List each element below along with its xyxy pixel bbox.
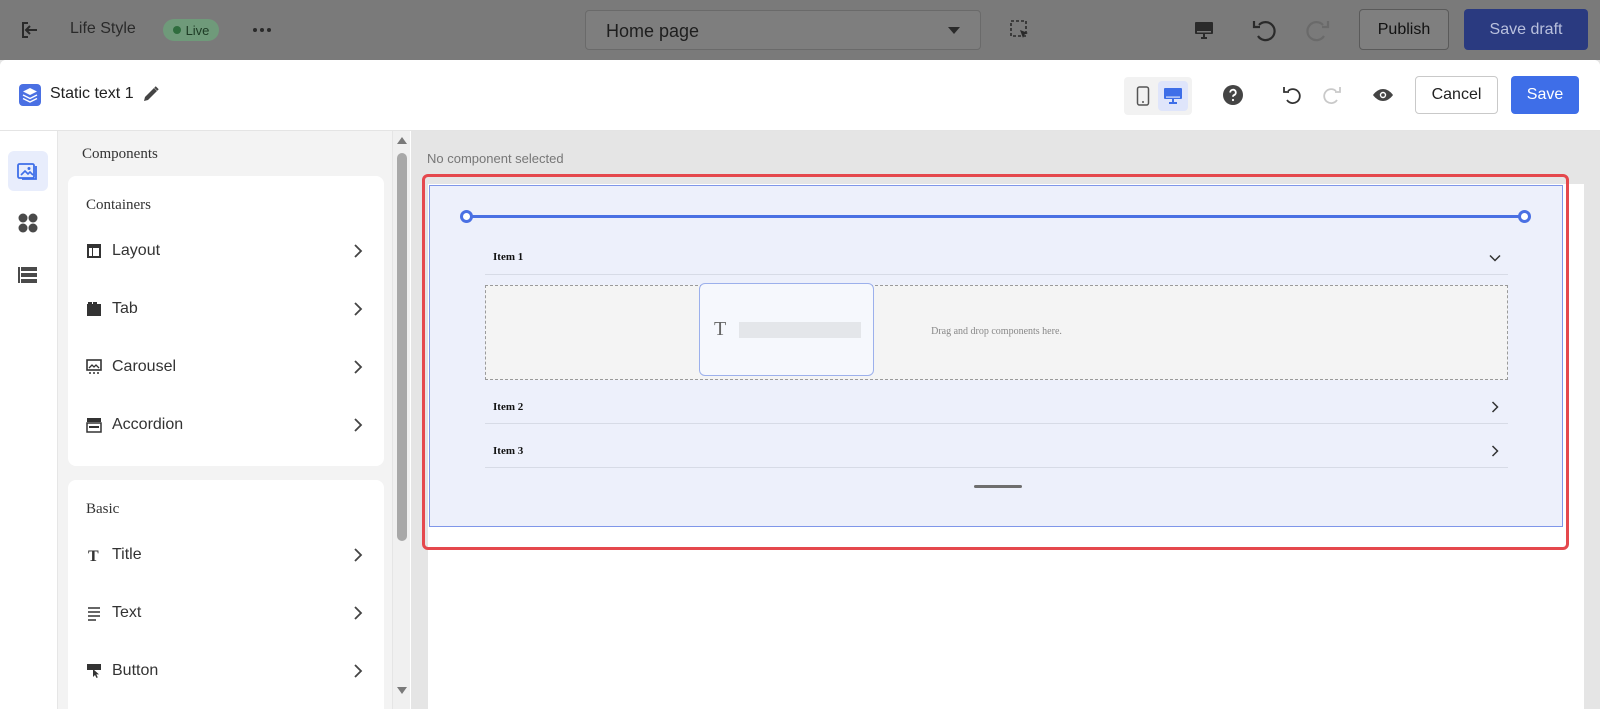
component-label: Accordion <box>112 416 184 433</box>
title-icon: T <box>86 547 102 563</box>
undo-icon[interactable] <box>1280 83 1304 107</box>
chevron-right-icon[interactable] <box>1488 444 1502 458</box>
top-bar: Life Style Live Home page Publish Save d… <box>0 0 1600 60</box>
panel-scrollbar[interactable] <box>392 131 410 709</box>
component-label: Carousel <box>112 358 177 375</box>
component-carousel[interactable]: Carousel <box>86 347 366 387</box>
accordion-item-label: Item 2 <box>493 401 524 413</box>
component-tab[interactable]: Tab <box>86 289 366 329</box>
caret-down-icon <box>948 27 960 34</box>
undo-icon[interactable] <box>1250 16 1278 44</box>
pencil-icon[interactable] <box>141 84 161 104</box>
help-icon[interactable] <box>1221 83 1245 107</box>
accordion-item[interactable]: Item 1 <box>485 241 1508 275</box>
text-icon <box>86 605 102 621</box>
save-button[interactable]: Save <box>1511 76 1579 114</box>
component-label: Text <box>112 604 142 621</box>
exit-icon[interactable] <box>18 18 42 42</box>
accordion-item-label: Item 1 <box>493 251 524 263</box>
component-accordion[interactable]: Accordion <box>86 405 366 445</box>
svg-text:T: T <box>88 548 99 563</box>
page-select[interactable]: Home page <box>585 10 981 50</box>
button-icon <box>86 663 102 679</box>
canvas: No component selected Item 1 Drag and dr… <box>411 131 1600 709</box>
layers-icon <box>18 83 42 107</box>
scroll-up-icon[interactable] <box>397 137 407 144</box>
chevron-right-icon <box>350 547 366 563</box>
chevron-right-icon <box>350 301 366 317</box>
more-icon[interactable] <box>250 18 274 42</box>
chevron-right-icon[interactable] <box>1488 400 1502 414</box>
redo-icon[interactable] <box>1320 83 1344 107</box>
rail-apps-button[interactable] <box>8 203 48 243</box>
component-label: Layout <box>112 242 161 259</box>
component-layout[interactable]: Layout <box>86 231 366 271</box>
accordion-icon <box>86 417 102 433</box>
dragging-text-component: T <box>699 283 874 376</box>
preview-eye-icon[interactable] <box>1371 83 1395 107</box>
panel-title: Components <box>82 146 158 162</box>
store-name: Life Style <box>70 20 136 37</box>
components-panel: Components Containers Layout Tab Carouse… <box>58 131 392 709</box>
drop-zone[interactable]: Drag and drop components here. <box>485 285 1508 380</box>
width-resize-line <box>466 215 1525 218</box>
device-toggle <box>1124 77 1192 115</box>
page-select-value: Home page <box>606 21 700 41</box>
accordion-item[interactable]: Item 3 <box>485 424 1508 468</box>
mobile-view-button[interactable] <box>1128 81 1158 111</box>
selection-status: No component selected <box>427 151 564 166</box>
layout-icon <box>86 243 102 259</box>
text-placeholder-bar <box>739 322 861 338</box>
chevron-down-icon[interactable] <box>1488 251 1502 265</box>
save-draft-button[interactable]: Save draft <box>1464 9 1588 50</box>
cancel-button[interactable]: Cancel <box>1415 76 1498 114</box>
live-badge-label: Live <box>185 22 210 38</box>
component-label: Title <box>112 546 142 563</box>
resize-handle-right[interactable] <box>1518 210 1531 223</box>
component-editor: Static text 1 Cancel Save Components Con… <box>0 60 1600 709</box>
scroll-down-icon[interactable] <box>397 687 407 694</box>
chevron-right-icon <box>350 605 366 621</box>
chevron-right-icon <box>350 417 366 433</box>
basic-card: Basic T Title Text Button <box>68 480 384 709</box>
tab-icon <box>86 301 102 317</box>
redo-icon[interactable] <box>1304 16 1332 44</box>
left-rail <box>0 131 58 709</box>
editor-header: Static text 1 Cancel Save <box>0 60 1600 131</box>
text-glyph-icon: T <box>714 318 727 340</box>
component-title[interactable]: T Title <box>86 535 366 575</box>
component-text[interactable]: Text <box>86 593 366 633</box>
component-label: Button <box>112 662 159 679</box>
section-title: Basic <box>86 501 120 517</box>
desktop-preview-icon[interactable] <box>1192 18 1216 42</box>
accordion-item[interactable]: Item 2 <box>485 389 1508 424</box>
chevron-right-icon <box>350 663 366 679</box>
accordion-component[interactable]: Item 1 Drag and drop components here. It… <box>429 185 1563 527</box>
desktop-view-button[interactable] <box>1158 81 1188 111</box>
scroll-thumb[interactable] <box>397 153 407 541</box>
chevron-right-icon <box>350 359 366 375</box>
rail-sections-button[interactable] <box>8 255 48 295</box>
live-badge: Live <box>163 19 219 41</box>
section-title: Containers <box>86 197 151 213</box>
component-button[interactable]: Button <box>86 651 366 691</box>
rail-components-button[interactable] <box>8 151 48 191</box>
component-name: Static text 1 <box>50 85 134 102</box>
carousel-icon <box>86 359 102 375</box>
resize-handle-left[interactable] <box>460 210 473 223</box>
select-tool-icon[interactable] <box>1008 18 1032 42</box>
containers-card: Containers Layout Tab Carousel Accordion <box>68 176 384 466</box>
drop-zone-hint: Drag and drop components here. <box>931 326 1062 337</box>
drag-handle[interactable] <box>974 485 1022 488</box>
publish-button[interactable]: Publish <box>1359 9 1449 50</box>
component-label: Tab <box>112 300 138 317</box>
chevron-right-icon <box>350 243 366 259</box>
live-dot-icon <box>172 26 181 34</box>
accordion-item-label: Item 3 <box>493 445 524 457</box>
